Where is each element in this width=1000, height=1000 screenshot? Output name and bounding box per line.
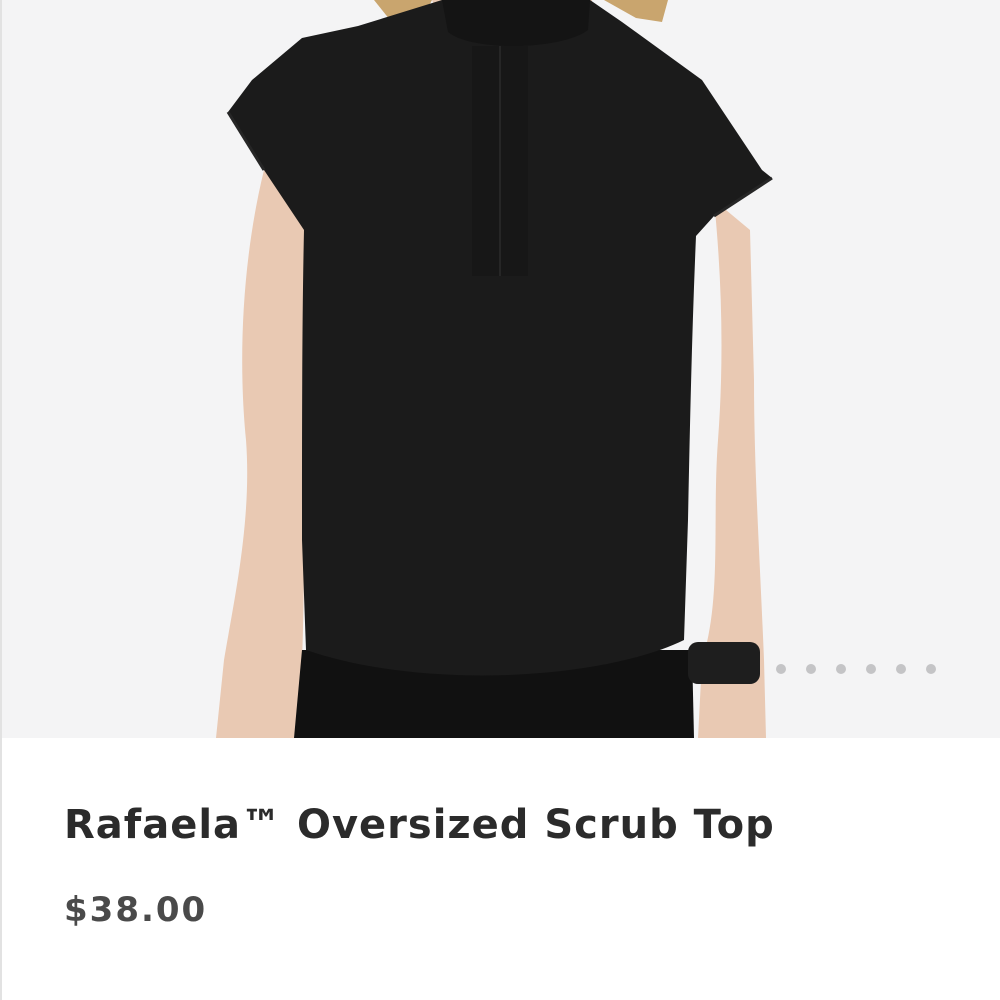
gallery-pagination [776, 664, 936, 674]
gallery-dot[interactable] [806, 664, 816, 674]
gallery-dot[interactable] [926, 664, 936, 674]
product-photo [216, 0, 773, 738]
product-price: $38.00 [64, 890, 208, 930]
product-title: Rafaela™ Oversized Scrub Top [64, 802, 775, 848]
gallery-dot[interactable] [836, 664, 846, 674]
gallery-dot[interactable] [866, 664, 876, 674]
product-image-gallery[interactable] [2, 0, 1000, 738]
product-page: Rafaela™ Oversized Scrub Top $38.00 [0, 0, 1000, 1000]
gallery-dot[interactable] [776, 664, 786, 674]
gallery-dot[interactable] [896, 664, 906, 674]
